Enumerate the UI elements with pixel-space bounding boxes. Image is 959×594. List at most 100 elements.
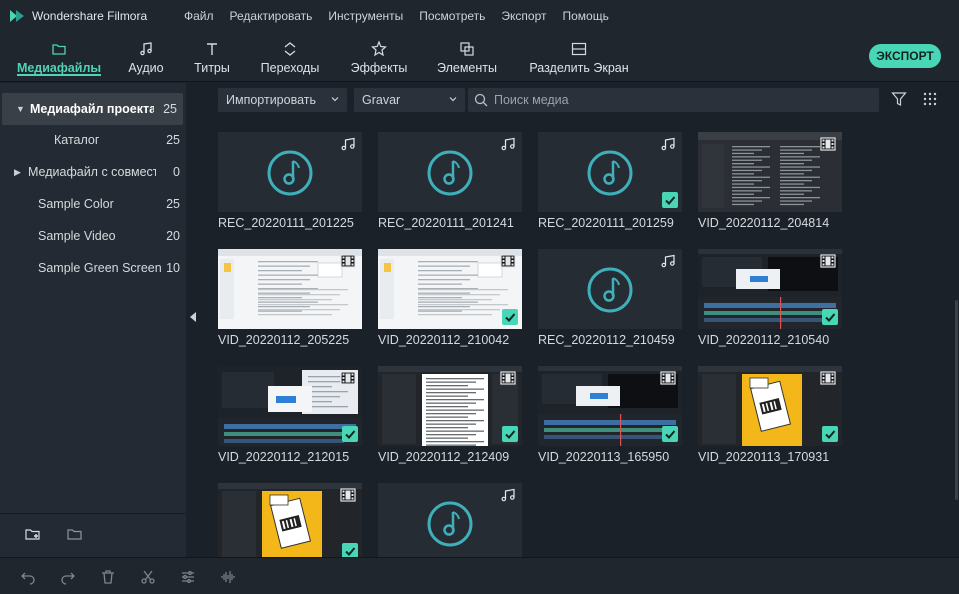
- expanded-arrow-icon[interactable]: ▼: [16, 104, 30, 114]
- audio-thumbnail[interactable]: [378, 132, 522, 212]
- media-title: REC_20220112_210459: [538, 333, 675, 347]
- video-type-icon: [820, 254, 836, 268]
- redo-icon[interactable]: [60, 569, 76, 585]
- media-tile[interactable]: VID_20220113_165950: [538, 366, 682, 476]
- added-check-icon: [822, 309, 838, 325]
- title-bar: Wondershare Filmora Файл Редактировать И…: [0, 0, 959, 32]
- media-library-sidebar: ▼ Медиафайл проекта 25 Каталог 25 ▶ Меди…: [0, 83, 186, 557]
- added-check-icon: [342, 543, 358, 557]
- audio-thumbnail[interactable]: [538, 249, 682, 329]
- sidebar-item-sample-color[interactable]: Sample Color 25: [0, 188, 186, 220]
- tab-split-screen[interactable]: Разделить Экран: [528, 32, 630, 82]
- effects-icon: [371, 39, 387, 56]
- menu-file[interactable]: Файл: [184, 9, 214, 23]
- tab-titles[interactable]: Титры: [190, 32, 234, 82]
- media-tile[interactable]: VID_20220113_170931: [698, 366, 842, 476]
- video-thumbnail[interactable]: [378, 249, 522, 329]
- added-check-icon: [662, 426, 678, 442]
- media-tile[interactable]: REC_20220111_201225: [218, 132, 362, 242]
- search-icon: [474, 93, 488, 107]
- audio-type-icon: [501, 137, 515, 151]
- undo-icon[interactable]: [20, 569, 36, 585]
- collapse-sidebar-arrow-icon[interactable]: [190, 312, 196, 322]
- video-thumbnail[interactable]: [698, 132, 842, 212]
- grid-view-icon[interactable]: [923, 92, 937, 106]
- folder-icon: [52, 43, 66, 55]
- menu-tools[interactable]: Инструменты: [328, 9, 403, 23]
- menu-view[interactable]: Посмотреть: [419, 9, 485, 23]
- search-input[interactable]: [494, 93, 864, 107]
- sidebar-item-sample-green-screen[interactable]: Sample Green Screen 10: [0, 252, 186, 284]
- music-note-icon: [140, 41, 152, 55]
- media-scrollbar[interactable]: [955, 300, 958, 500]
- tab-media[interactable]: Медиафайлы: [17, 32, 101, 82]
- video-type-icon: [340, 488, 356, 502]
- record-dropdown[interactable]: Gravar: [354, 88, 465, 112]
- media-tile[interactable]: REC_20220112_210459: [538, 249, 682, 359]
- video-type-icon: [820, 137, 836, 151]
- media-title: REC_20220111_201259: [538, 216, 674, 230]
- video-type-icon: [500, 371, 516, 385]
- audio-type-icon: [341, 137, 355, 151]
- chevron-down-icon: [331, 97, 339, 102]
- menu-edit[interactable]: Редактировать: [230, 9, 313, 23]
- audio-thumbnail[interactable]: [218, 132, 362, 212]
- sidebar-item-shared-media[interactable]: ▶ Медиафайл с совместного доступа 0: [0, 156, 186, 188]
- audio-thumbnail[interactable]: [538, 132, 682, 212]
- media-tile[interactable]: VID_20220112_210540: [698, 249, 842, 359]
- media-tile[interactable]: [218, 483, 362, 557]
- audio-type-icon: [661, 137, 675, 151]
- media-title: VID_20220112_210540: [698, 333, 830, 347]
- media-title: REC_20220111_201241: [378, 216, 514, 230]
- media-title: VID_20220112_205225: [218, 333, 350, 347]
- video-thumbnail[interactable]: [378, 366, 522, 446]
- media-tile[interactable]: REC_20220111_201259: [538, 132, 682, 242]
- search-box[interactable]: [468, 88, 879, 112]
- video-thumbnail[interactable]: [538, 366, 682, 446]
- media-tile[interactable]: [378, 483, 522, 557]
- video-thumbnail[interactable]: [698, 366, 842, 446]
- scissors-icon[interactable]: [140, 569, 156, 585]
- filter-icon[interactable]: [891, 91, 907, 107]
- video-type-icon: [660, 371, 676, 385]
- media-tile[interactable]: VID_20220112_212015: [218, 366, 362, 476]
- video-thumbnail[interactable]: [698, 249, 842, 329]
- added-check-icon: [822, 426, 838, 442]
- tab-transitions[interactable]: Переходы: [256, 32, 324, 82]
- media-tile[interactable]: VID_20220112_212409: [378, 366, 522, 476]
- menu-export[interactable]: Экспорт: [501, 9, 546, 23]
- export-button[interactable]: ЭКСПОРТ: [869, 44, 941, 68]
- media-tile[interactable]: VID_20220112_210042: [378, 249, 522, 359]
- import-dropdown[interactable]: Импортировать: [218, 88, 347, 112]
- delete-icon[interactable]: [100, 569, 116, 585]
- tab-audio[interactable]: Аудио: [124, 32, 168, 82]
- filmora-logo-icon: [10, 10, 24, 22]
- video-thumbnail[interactable]: [218, 249, 362, 329]
- media-tile[interactable]: REC_20220111_201241: [378, 132, 522, 242]
- media-title: VID_20220112_212015: [218, 450, 350, 464]
- audio-waveform-icon[interactable]: [220, 569, 236, 585]
- transition-icon: [284, 41, 296, 56]
- tab-effects[interactable]: Эффекты: [346, 32, 412, 82]
- edit-toolbar: [0, 557, 959, 594]
- video-thumbnail[interactable]: [218, 366, 362, 446]
- app-name: Wondershare Filmora: [32, 9, 148, 23]
- menu-help[interactable]: Помощь: [563, 9, 609, 23]
- media-title: REC_20220111_201225: [218, 216, 354, 230]
- media-title: VID_20220112_212409: [378, 450, 510, 464]
- split-screen-icon: [571, 42, 587, 55]
- sidebar-item-catalog[interactable]: Каталог 25: [0, 124, 186, 156]
- folder-outline-icon[interactable]: [66, 525, 84, 543]
- sidebar-item-project-media[interactable]: ▼ Медиафайл проекта 25: [2, 93, 183, 125]
- tab-elements[interactable]: Элементы: [434, 32, 500, 82]
- audio-thumbnail[interactable]: [378, 483, 522, 557]
- adjust-icon[interactable]: [180, 569, 196, 585]
- sidebar-item-sample-video[interactable]: Sample Video 20: [0, 220, 186, 252]
- added-check-icon: [502, 426, 518, 442]
- menu-bar: Файл Редактировать Инструменты Посмотрет…: [184, 9, 625, 23]
- new-folder-icon[interactable]: [24, 525, 42, 543]
- media-tile[interactable]: VID_20220112_204814: [698, 132, 842, 242]
- media-tile[interactable]: VID_20220112_205225: [218, 249, 362, 359]
- video-thumbnail[interactable]: [218, 483, 362, 557]
- collapsed-arrow-icon[interactable]: ▶: [14, 167, 28, 178]
